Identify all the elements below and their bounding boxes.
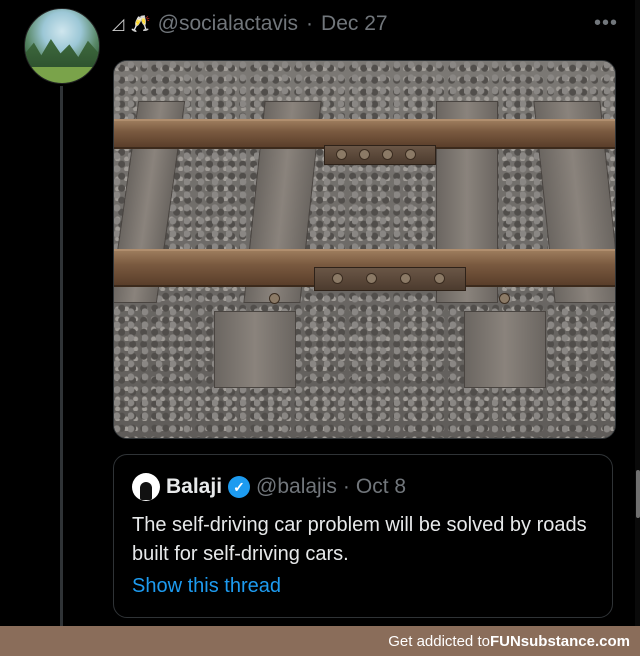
sleeper	[214, 311, 296, 388]
user-avatar[interactable]	[24, 8, 100, 84]
bolt	[359, 149, 370, 160]
quoted-handle[interactable]: @balajis	[256, 475, 337, 499]
header-separator: ·	[306, 12, 314, 35]
watermark-footer: Get addicted to FUNsubstance.com	[0, 626, 640, 656]
thread-line	[60, 86, 63, 626]
tweet-header: ◿ 🥂 @socialactavis · Dec 27	[112, 10, 620, 38]
tweet-media-image[interactable]	[113, 60, 616, 439]
show-thread-link[interactable]: Show this thread	[132, 575, 281, 598]
avatar-figure	[140, 482, 152, 500]
quoted-date[interactable]: Oct 8	[356, 475, 406, 499]
bolt	[405, 149, 416, 160]
bolt	[269, 293, 280, 304]
sleeper	[464, 311, 546, 388]
scrollbar-thumb[interactable]	[636, 470, 640, 518]
bolt	[332, 273, 343, 284]
bolt	[382, 149, 393, 160]
avatar-grass	[25, 67, 99, 83]
tweet-date[interactable]: Dec 27	[321, 12, 388, 36]
tweet-handle[interactable]: @socialactavis	[158, 12, 298, 36]
quoted-display-name[interactable]: Balaji	[166, 475, 222, 499]
more-icon[interactable]: •••	[594, 12, 618, 35]
quoted-separator: ·	[342, 475, 350, 498]
quoted-tweet-text: The self-driving car problem will be sol…	[132, 514, 587, 565]
quoted-avatar[interactable]	[132, 473, 160, 501]
bolt	[499, 293, 510, 304]
bolt	[336, 149, 347, 160]
bolt	[434, 273, 445, 284]
bolt	[400, 273, 411, 284]
footer-brand[interactable]: FUNsubstance.com	[490, 633, 630, 650]
scrollbar[interactable]	[635, 0, 640, 626]
quoted-tweet[interactable]: Balaji ✓ @balajis · Oct 8 The self-drivi…	[113, 454, 613, 618]
verified-badge-icon: ✓	[228, 476, 251, 498]
display-name-emoji[interactable]: ◿ 🥂	[112, 14, 152, 34]
bolt	[366, 273, 377, 284]
footer-prefix: Get addicted to	[388, 632, 490, 650]
quoted-tweet-header: Balaji ✓ @balajis · Oct 8	[132, 473, 406, 501]
